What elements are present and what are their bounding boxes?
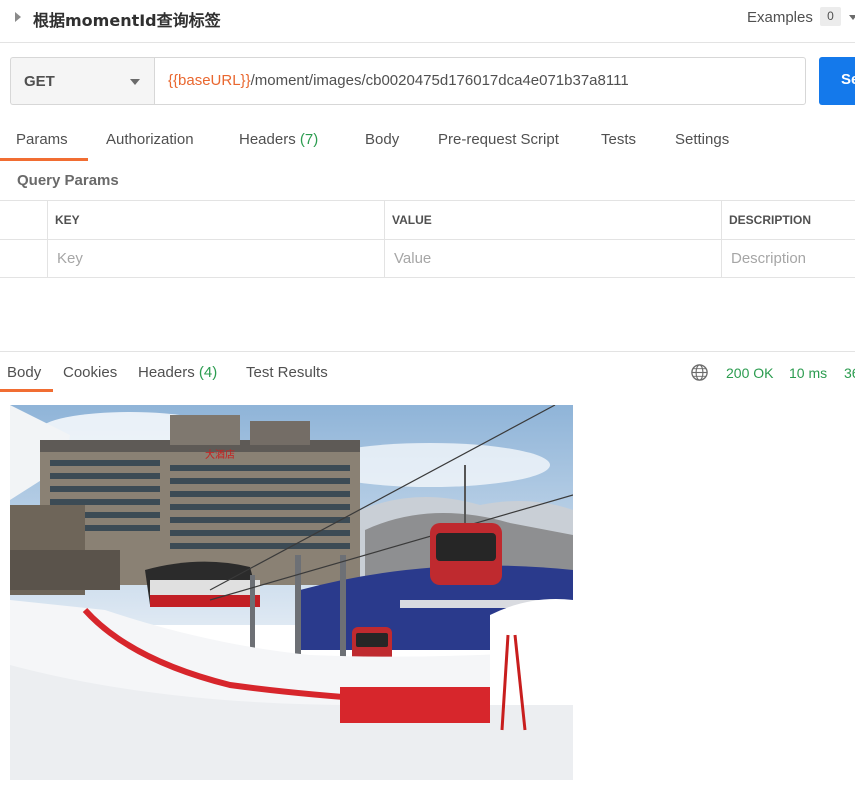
method-label: GET [24, 73, 55, 90]
tab-label: Tests [601, 131, 637, 148]
url-path: /moment/images/cb0020475d176017dca4e071b… [250, 72, 629, 89]
tab-label: Params [16, 131, 68, 148]
tab-count: (4) [198, 364, 218, 381]
tab-label: Settings [675, 131, 730, 148]
tab-headers[interactable]: Headers (7) [239, 131, 318, 148]
tab-label: Cookies [63, 364, 118, 381]
column-divider [721, 201, 722, 278]
caret-right-icon[interactable] [15, 12, 21, 22]
description-input[interactable]: Description [731, 250, 806, 267]
chevron-down-icon [130, 79, 140, 85]
active-tab-indicator [0, 158, 88, 161]
column-divider [384, 201, 385, 278]
query-params-table: KEY VALUE DESCRIPTION Key Value Descript… [0, 200, 855, 278]
request-header: 根据momentId查询标签 Examples 0 [0, 0, 855, 43]
tab-label: Pre-request Script [438, 131, 559, 148]
chevron-down-icon[interactable] [849, 15, 855, 20]
table-divider [0, 239, 855, 240]
request-title[interactable]: 根据momentId查询标签 [33, 7, 221, 31]
response-size[interactable]: 36 [844, 365, 855, 381]
tab-authorization[interactable]: Authorization [106, 131, 194, 148]
tab-params[interactable]: Params [16, 131, 68, 148]
tab-label: Body [365, 131, 400, 148]
column-header-description: DESCRIPTION [729, 213, 812, 227]
value-input[interactable]: Value [394, 250, 431, 267]
tab-response-body[interactable]: Body [7, 364, 41, 381]
status-code[interactable]: 200 OK [726, 365, 773, 381]
column-divider [47, 201, 48, 278]
tab-label: Test Results [246, 364, 328, 381]
key-input[interactable]: Key [57, 250, 83, 267]
tab-label: Headers [239, 131, 296, 148]
tab-pre-request-script[interactable]: Pre-request Script [438, 131, 559, 148]
method-select[interactable]: GET [10, 57, 155, 105]
tab-cookies[interactable]: Cookies [63, 364, 117, 381]
url-input[interactable]: {{baseURL}}/moment/images/cb0020475d1760… [154, 57, 806, 105]
response-image: 大酒店 [10, 405, 573, 780]
column-header-key: KEY [55, 213, 80, 227]
tab-label: Authorization [106, 131, 194, 148]
send-button[interactable]: Se [819, 57, 855, 105]
tab-response-headers[interactable]: Headers (4) [138, 364, 217, 381]
tab-test-results[interactable]: Test Results [246, 364, 328, 381]
response-time[interactable]: 10 ms [789, 365, 827, 381]
tab-count: (7) [299, 131, 319, 148]
request-tabs: Params Authorization Headers (7) Body Pr… [0, 125, 855, 161]
globe-icon[interactable] [690, 363, 709, 382]
examples-button[interactable]: Examples [747, 9, 813, 26]
url-variable: {{baseURL}} [168, 72, 251, 89]
column-header-value: VALUE [392, 213, 432, 227]
tab-label: Headers [138, 364, 195, 381]
ski-resort-photo: 大酒店 [10, 405, 573, 780]
tab-settings[interactable]: Settings [675, 131, 729, 148]
query-params-title: Query Params [17, 172, 119, 189]
examples-count-badge: 0 [820, 7, 841, 26]
tab-body[interactable]: Body [365, 131, 399, 148]
tab-label: Body [7, 364, 42, 381]
active-tab-indicator [0, 389, 53, 392]
hotel-sign: 大酒店 [205, 448, 235, 461]
response-tabs: Body Cookies Headers (4) Test Results 20… [0, 351, 855, 392]
tab-tests[interactable]: Tests [601, 131, 636, 148]
